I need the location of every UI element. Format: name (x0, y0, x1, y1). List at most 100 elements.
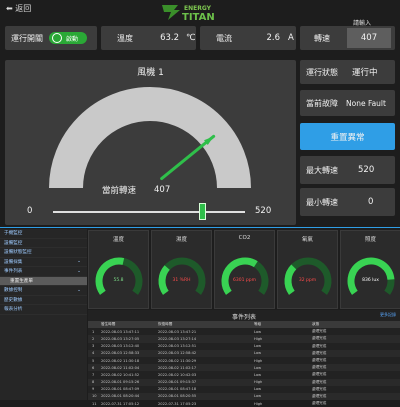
speed-input-panel: 轉速 407 (300, 26, 395, 50)
min-speed-label: 最小轉速 (306, 197, 338, 207)
energy-titan-logo: ENERGY TITAN (162, 5, 215, 22)
speed-slider-track[interactable] (53, 211, 245, 213)
sensor-gauge-title: CO2 (238, 235, 251, 241)
event-more-link[interactable]: 更多記錄 (380, 312, 396, 318)
table-cell: Low (254, 387, 262, 392)
sidebar-item-machine-monitor[interactable]: 于機監控 (0, 229, 87, 239)
op-switch-toggle-label: 啟動 (66, 35, 79, 43)
table-cell: High (254, 358, 263, 363)
table-row[interactable]: 8 2022-08-01 09:15:26 2022-08-01 09:15:37 H… (88, 378, 400, 386)
table-cell: High (254, 401, 263, 406)
table-row[interactable]: 7 2022-08-02 10:41:52 2022-08-02 10:42:03 L… (88, 371, 400, 378)
sensor-gauge-value: 836 lux (362, 278, 379, 283)
sidebar-item-label: 歷史數據 (4, 297, 23, 303)
table-cell: 2022-08-01 08:47:18 (158, 387, 197, 392)
sensor-gauge-arc (284, 257, 332, 295)
gauge-needle (160, 134, 216, 181)
table-row[interactable]: 9 2022-08-01 08:47:09 2022-08-01 08:47:18 L… (88, 386, 400, 393)
table-cell: 3 (92, 344, 95, 349)
logo-text-titan: TITAN (182, 12, 215, 22)
table-row[interactable]: 1 2022-08-03 13:47:11 2022-08-03 13:47:21 L… (88, 328, 400, 335)
logo-text-energy: ENERGY (184, 5, 212, 12)
temperature-value: 63.2 (160, 33, 179, 43)
sidebar-item-device-monitor[interactable]: 設備監控 (0, 239, 87, 248)
table-cell: Low (254, 351, 262, 356)
sidebar-item-data-control[interactable]: 數據控制 ⌄ (0, 286, 87, 296)
back-arrow-icon: ⬅ (6, 4, 13, 13)
speed-slider-thumb[interactable] (199, 203, 207, 220)
speed-max-label: 520 (255, 206, 272, 216)
temperature-label: 溫度 (117, 33, 133, 43)
table-cell: 處理完成 (312, 372, 327, 377)
sidebar-item-device-status[interactable]: 設備狀態監控 (0, 248, 87, 258)
min-speed-value: 0 (368, 197, 374, 207)
fault-value: None Fault (346, 98, 386, 108)
table-cell: 2022-08-02 11:30:29 (158, 358, 197, 363)
run-status-label: 運行狀態 (306, 67, 338, 77)
sidebar-item-history[interactable]: 歷史數據 (0, 296, 87, 305)
table-header-row: 發生時間 恢復時間 等級 狀態 (88, 321, 400, 329)
sensor-gauge-value: 31 %RH (172, 278, 191, 283)
sensor-gauge-arc (221, 257, 269, 295)
table-cell: 處理完成 (312, 401, 327, 406)
table-cell: 5 (92, 358, 95, 363)
sidebar-item-label: 數據控制 (4, 288, 23, 294)
speed-input-field[interactable]: 407 (347, 28, 391, 48)
op-switch-label: 運行開關 (11, 33, 43, 43)
sensor-gauge-card: CO2 6301 ppm (214, 230, 275, 309)
sensor-gauge-track (158, 257, 206, 295)
max-speed-value: 520 (358, 165, 375, 175)
sidebar-item-label: 設備狀態監控 (4, 250, 32, 256)
chevron-down-icon: ⌄ (77, 268, 81, 274)
sensor-gauge-fill (221, 257, 258, 295)
sensor-gauge-card: 照度 836 lux (340, 230, 400, 309)
table-cell: 2022-08-03 12:58:42 (158, 351, 197, 356)
table-row[interactable]: 11 2022-07-31 17:05:12 2022-07-31 17:05:23… (88, 400, 400, 407)
table-cell: 處理完成 (312, 393, 327, 398)
table-row[interactable]: 10 2022-08-01 08:20:44 2022-08-01 08:20:55… (88, 392, 400, 401)
run-status-value: 運行中 (352, 68, 378, 78)
table-header-cell: 等級 (254, 322, 262, 327)
reset-fault-button[interactable]: 重置異常 (300, 123, 395, 150)
table-cell: 處理完成 (312, 358, 327, 363)
dashboard-top-border (0, 227, 400, 228)
speed-input-label: 轉速 (314, 33, 330, 43)
table-row[interactable]: 2 2022-08-03 13:27:05 2022-08-03 13:27:14 H… (88, 335, 400, 343)
sensor-gauge-card: 氧氣 32 ppm (277, 230, 338, 309)
sidebar-item-event-list[interactable]: 事件列表 ⌄ (0, 267, 87, 277)
sidebar-item-device-collect[interactable]: 設備採集 ⌄ (0, 258, 87, 267)
table-cell: 2022-07-31 17:05:23 (158, 401, 197, 406)
sidebar-item-reset-order[interactable]: 重置生產單 (0, 276, 87, 286)
gauge-track (49, 87, 251, 189)
sidebar-item-reports[interactable]: 報表分析 (0, 305, 87, 315)
table-row[interactable]: 5 2022-08-02 11:30:18 2022-08-02 11:30:29 H… (88, 357, 400, 364)
table-row[interactable]: 4 2022-08-03 12:58:33 2022-08-03 12:58:42 L… (88, 349, 400, 357)
table-cell: 2022-08-02 11:30:18 (101, 358, 140, 363)
max-speed-label: 最大轉速 (306, 165, 338, 175)
event-list-title: 事件列表 (231, 314, 256, 321)
table-cell: 7 (92, 372, 95, 377)
table-header-cell: 狀態 (312, 322, 320, 327)
table-cell: 6 (92, 365, 95, 370)
table-cell: 2022-08-02 11:02:17 (158, 365, 197, 370)
sensor-gauge-fill (347, 257, 395, 295)
back-button[interactable]: ⬅ 返回 (6, 3, 31, 14)
current-speed-value: 407 (154, 185, 171, 195)
sensor-gauge-value: 6301 ppm (233, 278, 256, 283)
sidebar-item-label: 設備採集 (4, 259, 23, 265)
current-unit: A (288, 33, 294, 43)
sensor-gauge-value: 55.8 (113, 278, 124, 283)
table-cell: 2022-08-02 10:42:03 (158, 372, 197, 377)
sensor-gauge-title: 氧氣 (301, 237, 313, 243)
table-row[interactable]: 3 2022-08-03 13:12:40 2022-08-03 13:12:51 L… (88, 343, 400, 350)
table-cell: 2022-08-01 09:15:37 (158, 380, 197, 385)
table-cell: 2022-08-02 10:41:52 (101, 372, 140, 377)
back-label: 返回 (15, 4, 32, 13)
fault-panel: 當前故障 None Fault (300, 90, 395, 116)
op-switch-toggle[interactable]: 啟動 (49, 32, 87, 44)
table-row[interactable]: 6 2022-08-02 11:02:04 2022-08-02 11:02:17 L… (88, 364, 400, 372)
table-cell: Low (254, 365, 262, 370)
speed-input-value: 407 (360, 33, 378, 43)
table-cell: 處理完成 (312, 343, 327, 348)
table-cell: Low (254, 394, 262, 399)
